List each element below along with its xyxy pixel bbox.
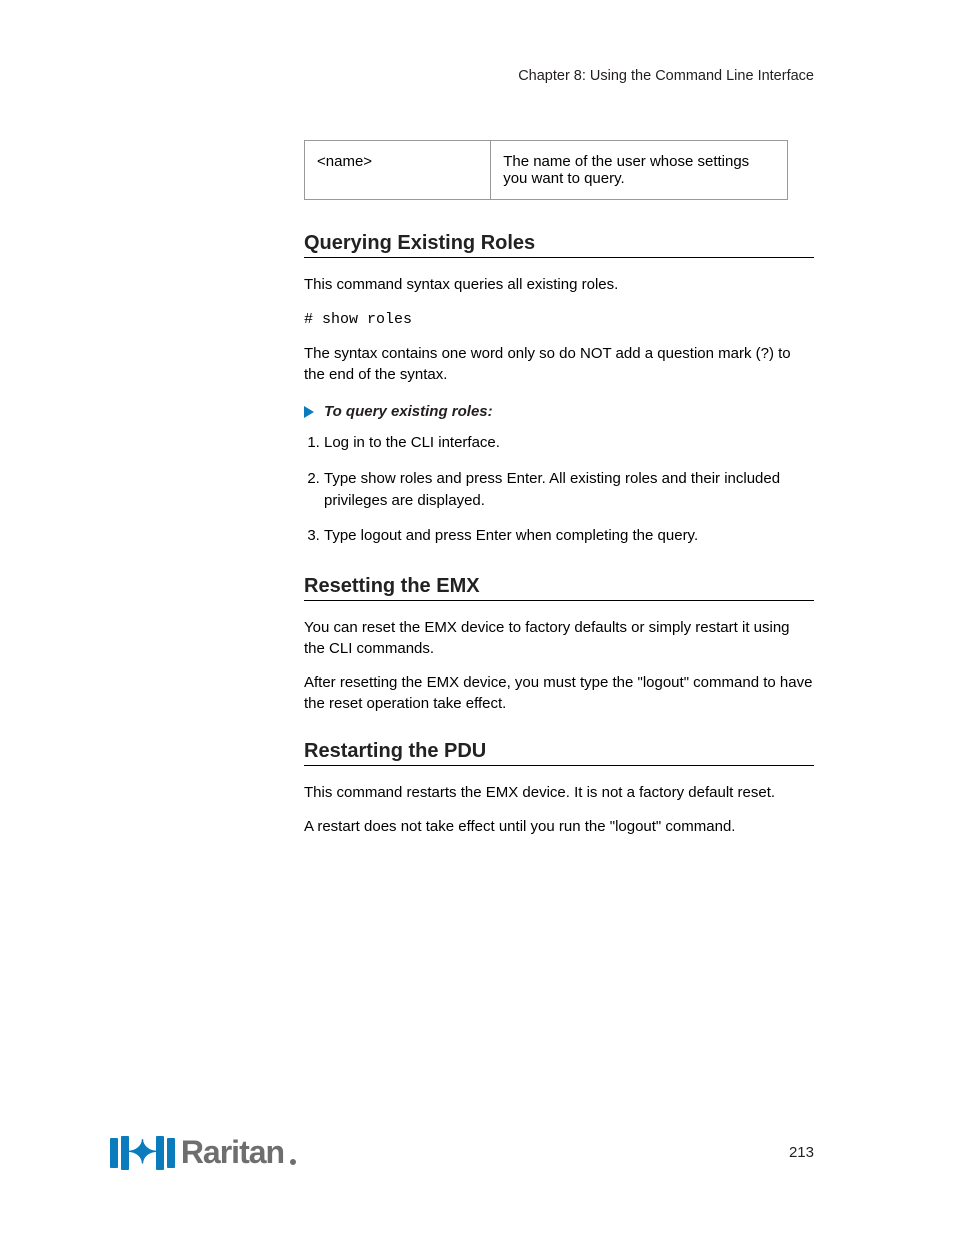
step: Log in to the CLI interface. [324, 432, 814, 454]
section-heading: Resetting the EMX [304, 575, 814, 601]
section-resetting-emx: Resetting the EMX You can reset the EMX … [304, 575, 814, 714]
body-text: After resetting the EMX device, you must… [304, 672, 814, 715]
command-text: # show roles [304, 309, 814, 330]
procedure-heading: To query existing roles: [324, 403, 493, 420]
page-number: 213 [789, 1144, 814, 1161]
logo-text: Raritan [181, 1134, 284, 1171]
step: Type show roles and press Enter. All exi… [324, 468, 814, 512]
triangle-icon [304, 406, 314, 418]
logo-mark-icon: ✦ [110, 1136, 175, 1170]
description-cell: The name of the user whose settings you … [491, 141, 788, 200]
main-content: <name> The name of the user whose settin… [304, 140, 814, 837]
procedure-heading-row: To query existing roles: [304, 403, 814, 420]
variable-table: <name> The name of the user whose settin… [304, 140, 788, 200]
section-heading: Querying Existing Roles [304, 232, 814, 258]
logo-dot-icon [290, 1159, 296, 1165]
body-text: This command syntax queries all existing… [304, 274, 814, 295]
section-querying-roles: Querying Existing Roles This command syn… [304, 232, 814, 547]
body-text: The syntax contains one word only so do … [304, 343, 814, 386]
procedure-steps: Log in to the CLI interface. Type show r… [304, 432, 814, 547]
variable-cell: <name> [305, 141, 491, 200]
body-text: A restart does not take effect until you… [304, 816, 814, 837]
page: Chapter 8: Using the Command Line Interf… [0, 0, 954, 1235]
brand-logo: ✦ Raritan [110, 1134, 296, 1171]
section-restarting-pdu: Restarting the PDU This command restarts… [304, 740, 814, 837]
table-row: <name> The name of the user whose settin… [305, 141, 788, 200]
section-heading: Restarting the PDU [304, 740, 814, 766]
body-text: This command restarts the EMX device. It… [304, 782, 814, 803]
step: Type logout and press Enter when complet… [324, 525, 814, 547]
body-text: You can reset the EMX device to factory … [304, 617, 814, 660]
running-header: Chapter 8: Using the Command Line Interf… [518, 68, 814, 84]
